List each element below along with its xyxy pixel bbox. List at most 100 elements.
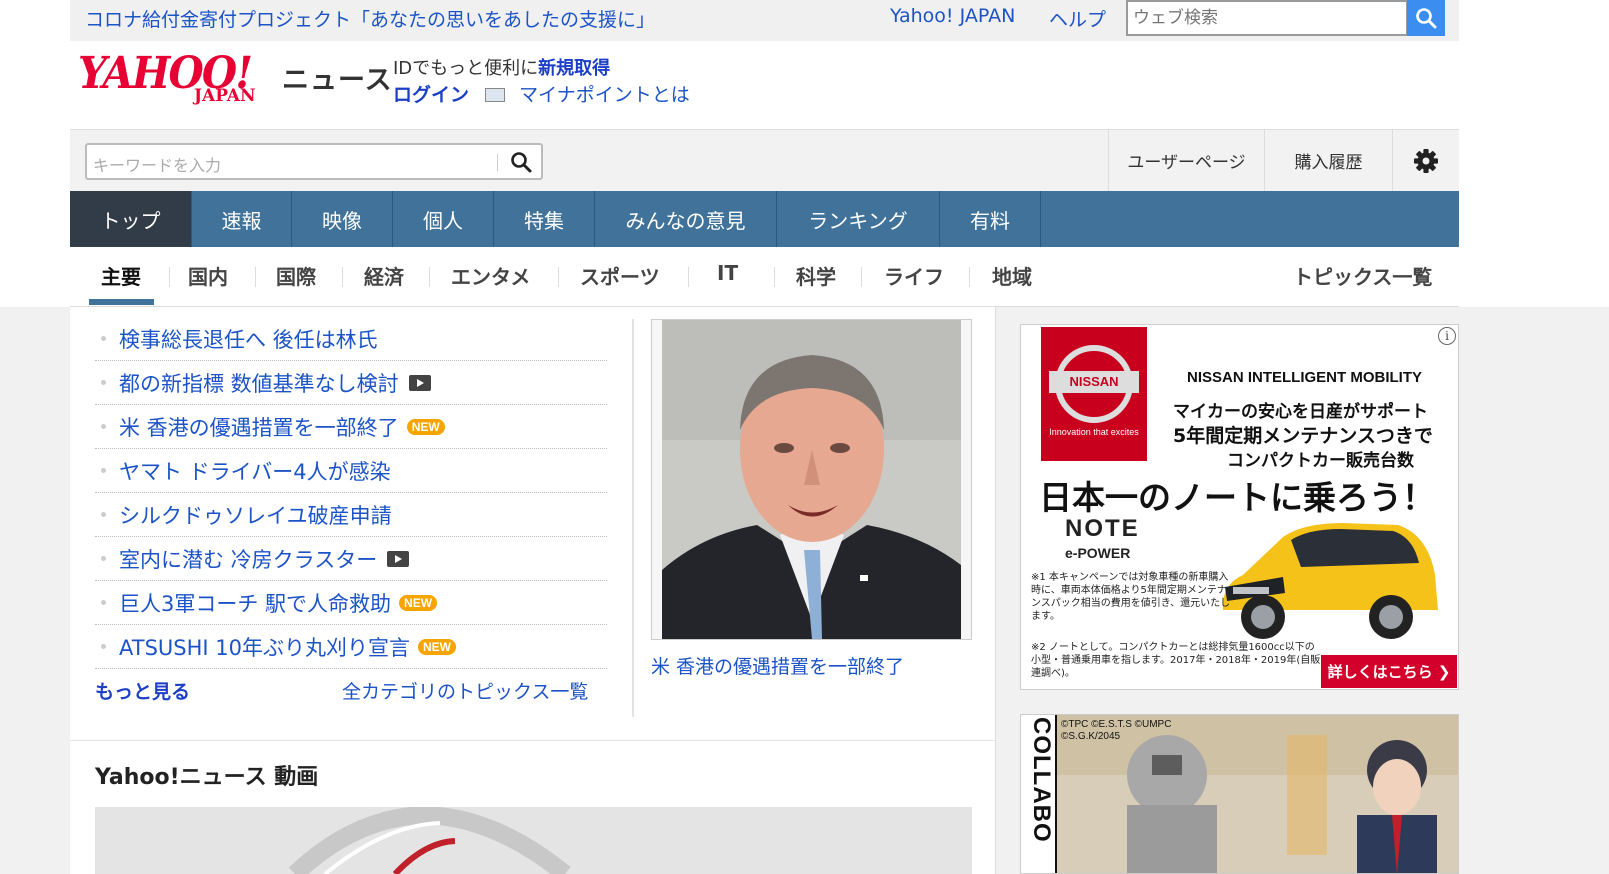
keyword-search-box[interactable]: キーワードを入力 [85, 143, 543, 180]
category-world[interactable]: 国際 [276, 261, 316, 290]
video-thumbnail-image [95, 807, 972, 874]
topic-photo[interactable] [651, 319, 972, 640]
category-economy[interactable]: 経済 [364, 261, 404, 290]
user-page-link[interactable]: ユーザーページ [1108, 130, 1264, 191]
nav-opinions[interactable]: みんなの意見 [595, 191, 777, 247]
topic-link[interactable]: シルクドゥソレイユ破産申請 [119, 500, 392, 530]
logo-news-text[interactable]: ニュース [282, 58, 393, 97]
category-it[interactable]: IT [717, 261, 738, 285]
new-badge: NEW [399, 594, 438, 611]
search-icon [1416, 8, 1437, 29]
signup-link[interactable]: 新規取得 [538, 58, 610, 79]
nav-top-label: トップ [100, 208, 161, 233]
ad-intelligent-mobility: NISSAN INTELLIGENT MOBILITY [1187, 369, 1422, 386]
web-search-button[interactable] [1407, 0, 1445, 36]
topic-link[interactable]: 米 香港の優遇措置を一部終了 [119, 412, 399, 442]
bullet-icon [101, 512, 106, 517]
nav-breaking[interactable]: 速報 [192, 191, 292, 247]
column-divider [632, 319, 634, 717]
purchase-history-label: 購入履歴 [1294, 153, 1363, 173]
topic-link[interactable]: 都の新指標 数値基準なし検討 [119, 368, 399, 398]
nav-paid[interactable]: 有料 [940, 191, 1041, 247]
yahoo-japan-link[interactable]: Yahoo! JAPAN [890, 5, 1015, 27]
nav-ranking-label: ランキング [808, 208, 908, 233]
category-sports[interactable]: スポーツ [580, 261, 660, 290]
id-promo-text: IDでもっと便利に [393, 58, 539, 79]
promo-link[interactable]: コロナ給付金寄付プロジェクト「あなたの思いをあしたの支援に」 [85, 5, 655, 32]
more-link[interactable]: もっと見る [95, 677, 190, 704]
settings-button[interactable] [1392, 130, 1459, 191]
yellow-car-image [1222, 523, 1438, 639]
bullet-icon [101, 468, 106, 473]
nav-ranking[interactable]: ランキング [777, 191, 940, 247]
ad-details-button[interactable]: 詳しくはこちら ❯ [1321, 655, 1457, 688]
list-item[interactable]: 検事総長退任へ 後任は林氏 [95, 317, 607, 361]
purchase-history-link[interactable]: 購入履歴 [1264, 130, 1392, 191]
category-major[interactable]: 主要 [101, 261, 141, 290]
ad-line-2: 5年間定期メンテナンスつきで [1173, 425, 1433, 447]
video-thumbnail[interactable] [95, 807, 972, 874]
bullet-icon [101, 556, 106, 561]
topic-link[interactable]: 巨人3軍コーチ 駅で人命救助 [119, 588, 391, 618]
yahoo-logo[interactable]: YAHOO! JAPAN [78, 52, 278, 112]
category-separator [861, 267, 862, 287]
nav-feature-label: 特集 [524, 208, 564, 233]
nav-video[interactable]: 映像 [292, 191, 393, 247]
category-separator [969, 267, 970, 287]
main-nav: トップ 速報 映像 個人 特集 みんなの意見 ランキング 有料 [70, 191, 1459, 247]
category-domestic[interactable]: 国内 [188, 261, 228, 290]
category-separator [255, 267, 256, 287]
ad-powertrain: e-POWER [1065, 545, 1131, 561]
section-divider [70, 740, 995, 741]
id-promo: IDでもっと便利に新規取得 [393, 54, 610, 80]
nav-top[interactable]: トップ [70, 191, 192, 247]
keyword-search-input[interactable]: キーワードを入力 [93, 152, 221, 176]
topic-link[interactable]: 検事総長退任へ 後任は林氏 [119, 324, 378, 354]
ad-fine-print-2: ※2 ノートとして。コンパクトカーとは総排気量1600cc以下の小型・普通乗用車… [1031, 642, 1321, 679]
collab-copyright-2: ©S.G.K/2045 [1061, 731, 1121, 742]
mynumber-link[interactable]: マイナポイントとは [519, 84, 690, 106]
category-separator [169, 267, 170, 287]
portrait-image [662, 320, 961, 639]
nissan-tagline: Innovation that excites [1049, 427, 1139, 437]
search-icon[interactable] [509, 150, 533, 174]
list-item[interactable]: 巨人3軍コーチ 駅で人命救助 NEW [95, 581, 607, 625]
nav-video-label: 映像 [322, 208, 362, 233]
nav-individual-label: 個人 [423, 208, 463, 233]
topic-link[interactable]: 室内に潜む 冷房クラスター [119, 544, 377, 574]
user-page-label: ユーザーページ [1127, 153, 1246, 173]
active-category-underline [89, 299, 154, 305]
topic-link[interactable]: ヤマト ドライバー4人が感染 [119, 456, 391, 486]
photo-caption-link[interactable]: 米 香港の優遇措置を一部終了 [651, 652, 904, 679]
topics-list: 検事総長退任へ 後任は林氏 都の新指標 数値基準なし検討 米 香港の優遇措置を一… [95, 317, 607, 669]
nissan-ad[interactable]: i NISSAN Innovation that excites NISSAN … [1020, 324, 1459, 690]
bullet-icon [101, 600, 106, 605]
category-science[interactable]: 科学 [796, 261, 836, 290]
list-item[interactable]: 室内に潜む 冷房クラスター [95, 537, 607, 581]
help-link[interactable]: ヘルプ [1049, 5, 1106, 32]
category-separator [342, 267, 343, 287]
list-item[interactable]: 都の新指標 数値基準なし検討 [95, 361, 607, 405]
list-item[interactable]: ATSUSHI 10年ぶり丸刈り宣言 NEW [95, 625, 607, 669]
list-item[interactable]: ヤマト ドライバー4人が感染 [95, 449, 607, 493]
search-row: キーワードを入力 ユーザーページ 購入履歴 [70, 129, 1459, 191]
collab-copyright-1: ©TPC ©E.S.T.S ©UMPC [1061, 719, 1172, 730]
category-local[interactable]: 地域 [992, 261, 1032, 290]
video-icon [408, 374, 431, 391]
topic-link[interactable]: ATSUSHI 10年ぶり丸刈り宣言 [119, 632, 410, 662]
category-life[interactable]: ライフ [884, 261, 944, 290]
topics-list-link[interactable]: トピックス一覧 [1293, 261, 1432, 290]
web-search-input[interactable] [1126, 0, 1408, 36]
nav-individual[interactable]: 個人 [393, 191, 494, 247]
ad-info-icon[interactable]: i [1438, 327, 1456, 345]
video-icon [387, 550, 410, 567]
collab-ad[interactable]: i COLLABO ©TPC ©E.S.T.S ©UMPC ©S.G.K/204… [1020, 714, 1459, 874]
new-badge: NEW [406, 418, 445, 435]
list-item[interactable]: シルクドゥソレイユ破産申請 [95, 493, 607, 537]
login-link[interactable]: ログイン [393, 84, 469, 106]
category-entertainment[interactable]: エンタメ [451, 261, 530, 290]
list-item[interactable]: 米 香港の優遇措置を一部終了 NEW [95, 405, 607, 449]
nav-feature[interactable]: 特集 [494, 191, 595, 247]
ad-model: NOTE [1065, 515, 1140, 542]
all-topics-link[interactable]: 全カテゴリのトピックス一覧 [342, 677, 588, 704]
